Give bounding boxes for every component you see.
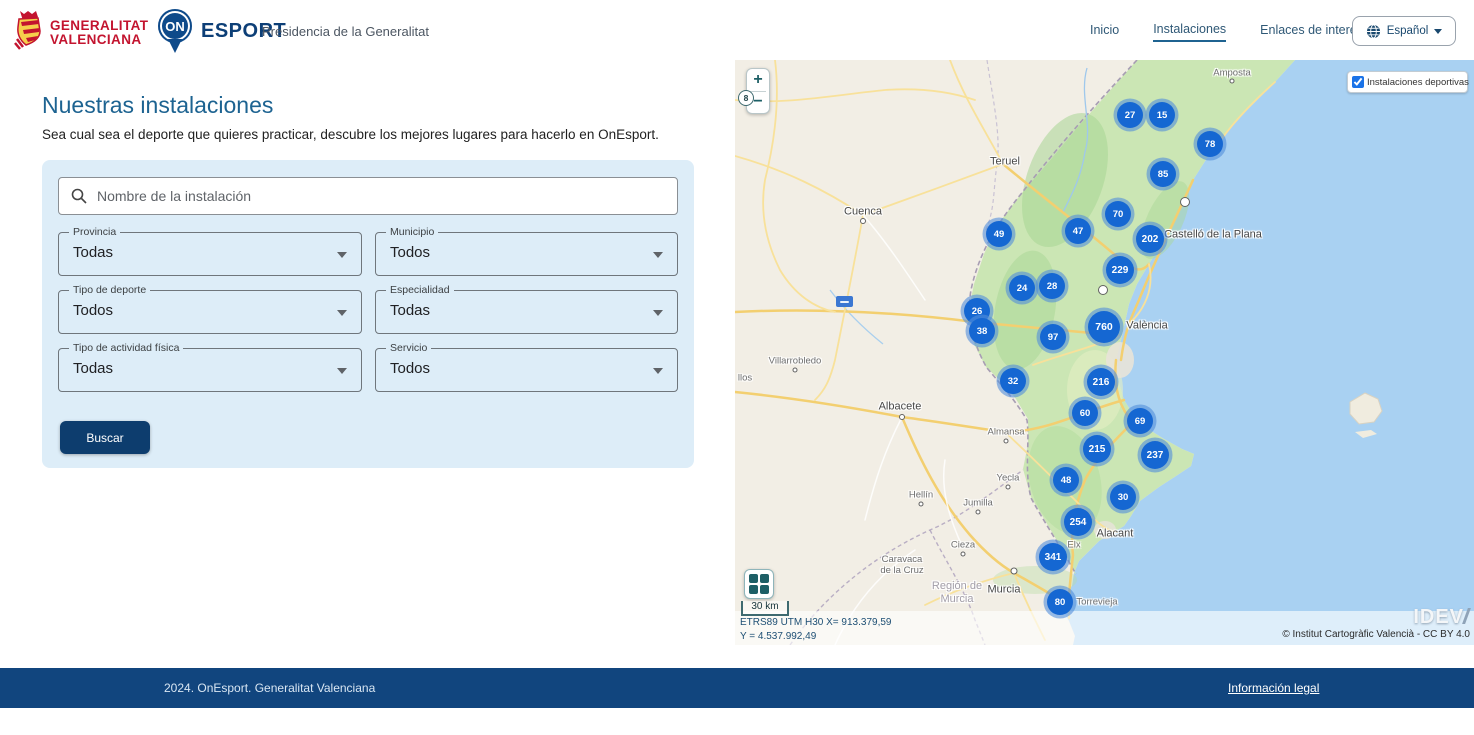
header: GENERALITAT VALENCIANA ON ESPORT Preside… [0,0,1474,62]
globe-icon [1366,24,1381,39]
cluster-marker[interactable]: 78 [1197,131,1223,157]
cluster-marker[interactable]: 341 [1039,543,1067,571]
page: GENERALITAT VALENCIANA ON ESPORT Preside… [0,0,1474,735]
cluster-marker[interactable]: 38 [969,318,995,344]
grid-icon [749,574,769,594]
chevron-down-icon [337,368,347,374]
filter-select[interactable]: Especialidad Todas [375,290,678,334]
nav-item[interactable]: Inicio [1090,23,1119,41]
map[interactable]: AmpostaTeruelCuencaCastelló de la PlanaV… [735,60,1474,645]
footer-copyright: 2024. OnEsport. Generalitat Valenciana [164,681,375,695]
cluster-marker[interactable]: 27 [1117,102,1143,128]
cluster-marker[interactable]: 254 [1064,508,1092,536]
zoom-level-badge: 8 [738,90,754,106]
cluster-marker[interactable]: 69 [1127,408,1153,434]
legal-info-link[interactable]: Información legal [1228,681,1319,695]
cluster-marker[interactable]: 32 [1000,368,1026,394]
org-subtitle: Presidencia de la Generalitat [262,24,429,39]
filters-grid: Provincia Todas Municipio Todos Tipo de … [58,232,678,392]
cluster-marker[interactable]: 49 [986,221,1012,247]
filter-value: Todos [73,302,113,319]
language-selector[interactable]: Español [1352,16,1456,46]
search-input[interactable] [97,188,665,204]
coords-line1: ETRS89 UTM H30 X= 913.379,59 [740,616,891,630]
chevron-down-icon [337,310,347,316]
chevron-down-icon [653,252,663,258]
footer: 2024. OnEsport. Generalitat Valenciana I… [0,668,1474,708]
filter-select[interactable]: Tipo de actividad física Todas [58,348,362,392]
cluster-marker[interactable]: 60 [1072,400,1098,426]
cluster-marker[interactable]: 237 [1141,441,1169,469]
search-filters-panel: Provincia Todas Municipio Todos Tipo de … [42,160,694,468]
chevron-down-icon [337,252,347,258]
chevron-down-icon [1434,29,1442,34]
page-title: Nuestras instalaciones [42,92,273,119]
map-markers-layer: 2715788570472024922924282638977603221660… [735,60,1474,645]
gva-logo-text: GENERALITAT VALENCIANA [50,19,148,47]
nav-item[interactable]: Enlaces de interés [1260,23,1363,41]
zoom-in-button[interactable]: + [747,69,769,91]
chevron-down-icon [653,368,663,374]
filter-label: Provincia [69,226,120,238]
cluster-marker[interactable]: 215 [1083,435,1111,463]
filter-value: Todas [73,360,113,377]
cluster-marker[interactable]: 15 [1149,102,1175,128]
cluster-marker[interactable]: 24 [1009,275,1035,301]
cluster-marker[interactable]: 70 [1105,201,1131,227]
filter-select[interactable]: Servicio Todos [375,348,678,392]
main-nav: Inicio Instalaciones Enlaces de interés [1090,22,1363,42]
filter-label: Tipo de actividad física [69,342,183,354]
cluster-marker[interactable]: 48 [1053,467,1079,493]
search-icon [71,188,87,204]
map-grid-button[interactable] [744,569,774,599]
filter-value: Todos [390,244,430,261]
buscar-button[interactable]: Buscar [60,421,150,454]
cluster-marker[interactable]: 28 [1039,273,1065,299]
layer-checkbox[interactable] [1352,76,1364,88]
coords-line2: Y = 4.537.992,49 [740,630,891,644]
gva-shield-icon [14,9,44,56]
layer-toggle: Instalaciones deportivas [1347,71,1468,93]
cluster-marker[interactable]: 97 [1040,324,1066,350]
filter-select[interactable]: Provincia Todas [58,232,362,276]
cluster-marker[interactable]: 85 [1150,161,1176,187]
filter-label: Municipio [386,226,438,238]
language-label: Español [1387,25,1429,37]
map-zoom-control: + − 8 [746,68,770,114]
filter-label: Tipo de deporte [69,284,150,296]
cluster-marker[interactable]: 202 [1136,225,1164,253]
map-coordinates: ETRS89 UTM H30 X= 913.379,59 Y = 4.537.9… [740,616,891,644]
filter-value: Todos [390,360,430,377]
onesport-pin-icon: ON [156,8,194,54]
onesport-pin-text: ON [158,9,192,43]
nav-item[interactable]: Instalaciones [1153,22,1226,42]
filter-label: Servicio [386,342,431,354]
cluster-marker[interactable]: 216 [1087,368,1115,396]
filter-select[interactable]: Tipo de deporte Todos [58,290,362,334]
map-scale-bar: 30 km [741,601,789,616]
chevron-down-icon [653,310,663,316]
cluster-marker[interactable]: 760 [1088,311,1120,343]
filter-value: Todas [73,244,113,261]
filter-value: Todas [390,302,430,319]
page-subtitle: Sea cual sea el deporte que quieres prac… [42,127,659,142]
layer-checkbox-label[interactable]: Instalaciones deportivas [1367,77,1469,88]
filter-select[interactable]: Municipio Todos [375,232,678,276]
idev-watermark: IDEV [1413,606,1464,629]
cluster-marker[interactable]: 229 [1106,256,1134,284]
cluster-marker[interactable]: 80 [1047,589,1073,615]
cluster-marker[interactable]: 30 [1110,484,1136,510]
generalitat-valenciana-logo[interactable]: GENERALITAT VALENCIANA [14,9,148,56]
cluster-marker[interactable]: 47 [1065,218,1091,244]
facility-search-field[interactable] [58,177,678,215]
filter-label: Especialidad [386,284,454,296]
map-attribution: © Institut Cartogràfic Valencià - CC BY … [1282,629,1470,640]
